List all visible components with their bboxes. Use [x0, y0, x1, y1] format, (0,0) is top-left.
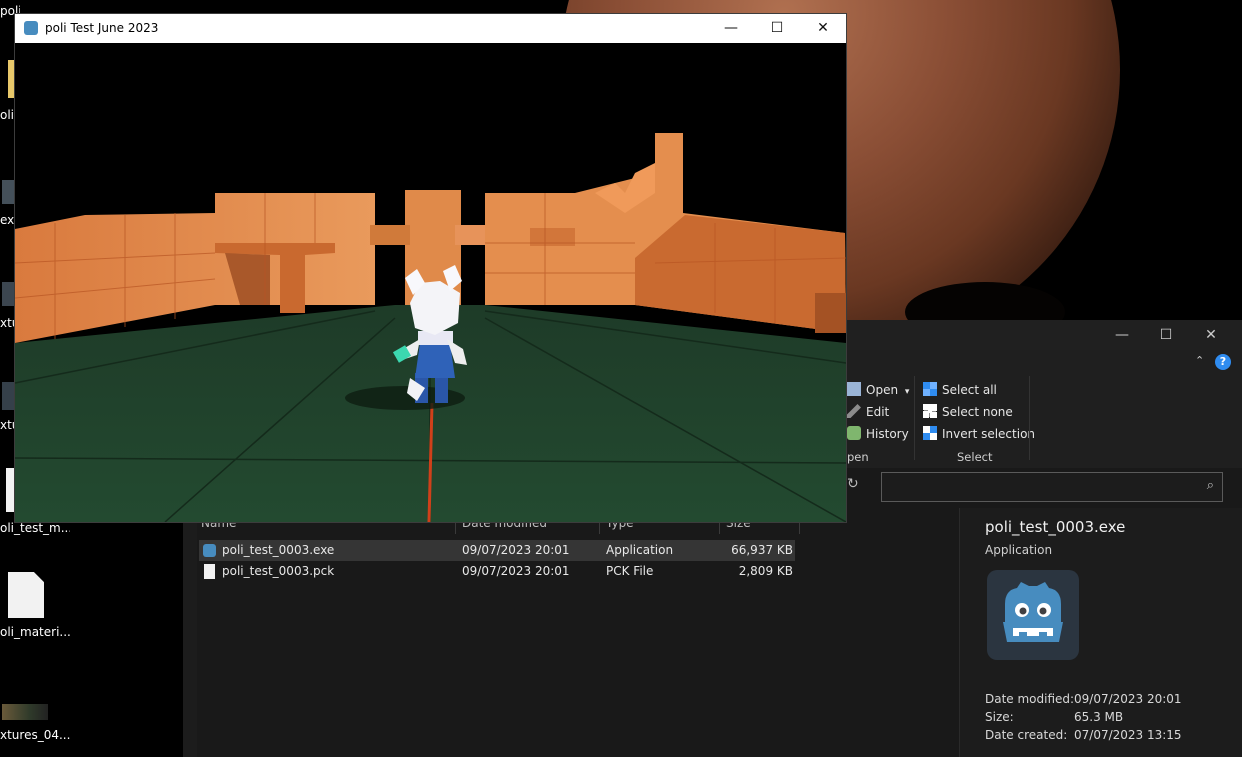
navigation-pane — [183, 508, 197, 757]
game-title-bar[interactable]: poli Test June 2023 — ☐ ✕ — [15, 14, 846, 43]
file-type: PCK File — [606, 564, 654, 578]
history-icon — [847, 426, 861, 440]
file-row[interactable]: poli_test_0003.exe 09/07/2023 20:01 Appl… — [199, 540, 795, 561]
file-date: 09/07/2023 20:01 — [462, 543, 570, 557]
godot-logo-graphic — [1003, 582, 1063, 642]
file-type: Application — [606, 543, 674, 557]
ribbon-collapse-chevron-icon[interactable]: ⌃ — [1195, 354, 1204, 367]
open-icon — [847, 382, 861, 396]
ribbon-select-group-label: Select — [957, 450, 993, 464]
game-window[interactable]: poli Test June 2023 — ☐ ✕ — [14, 13, 847, 523]
desktop-icon-label: oli_materi... — [0, 625, 70, 639]
select-all-icon — [923, 382, 937, 396]
file-size: 66,937 KB — [731, 543, 793, 557]
godot-app-icon — [24, 21, 38, 35]
game-minimize-button[interactable]: — — [708, 14, 754, 43]
explorer-minimize-button[interactable]: — — [1099, 320, 1145, 350]
ribbon-divider — [914, 376, 915, 460]
image-icon — [2, 704, 48, 720]
file-date: 09/07/2023 20:01 — [462, 564, 570, 578]
details-field-label: Size: — [985, 710, 1014, 724]
select-none-icon — [923, 404, 937, 418]
game-scene — [15, 43, 846, 522]
file-icon — [8, 572, 44, 618]
ribbon-open-group-label: pen — [847, 450, 869, 464]
desktop-icon-textures[interactable]: xtures_04.... — [0, 700, 70, 750]
details-pane: poli_test_0003.exe Application Date modi… — [959, 508, 1242, 757]
details-filetype: Application — [985, 543, 1053, 557]
ribbon-select-none-button[interactable]: Select none — [923, 402, 1013, 422]
edit-icon — [847, 404, 861, 418]
ribbon-divider — [1029, 376, 1030, 460]
search-box[interactable]: ⌕ — [881, 472, 1223, 502]
desktop-icon-label: oli_test_m... — [0, 521, 70, 535]
desktop-icon-label: xtures_04.... — [0, 728, 70, 742]
game-close-button[interactable]: ✕ — [800, 14, 846, 43]
game-window-title: poli Test June 2023 — [45, 21, 159, 35]
file-icon — [204, 564, 215, 579]
file-name: poli_test_0003.exe — [222, 543, 335, 557]
ribbon-open-label: Open — [866, 383, 899, 397]
details-field-value: 07/07/2023 13:15 — [1074, 728, 1182, 742]
ribbon-select-none-label: Select none — [942, 405, 1013, 419]
search-input[interactable] — [886, 476, 1190, 498]
ribbon-invert-selection-label: Invert selection — [942, 427, 1036, 441]
game-viewport[interactable] — [15, 43, 846, 522]
details-field-value: 09/07/2023 20:01 — [1074, 692, 1182, 706]
desktop-icon-material-file[interactable]: oli_materi... — [0, 570, 70, 642]
details-field-label: Date created: — [985, 728, 1068, 742]
ribbon-invert-selection-button[interactable]: Invert selection — [923, 424, 1035, 444]
godot-app-icon — [203, 544, 216, 557]
help-icon[interactable]: ? — [1215, 354, 1231, 370]
details-field-label: Date modified: — [985, 692, 1075, 706]
explorer-maximize-button[interactable]: ☐ — [1143, 320, 1189, 350]
ribbon-select-all-button[interactable]: Select all — [923, 380, 997, 400]
ribbon-select-all-label: Select all — [942, 383, 997, 397]
details-field-value: 65.3 MB — [1074, 710, 1124, 724]
explorer-close-button[interactable]: ✕ — [1188, 320, 1234, 350]
chevron-down-icon: ▾ — [904, 387, 910, 397]
ribbon-history-label: History — [866, 427, 909, 441]
invert-selection-icon — [923, 426, 937, 440]
ribbon-edit-button[interactable]: Edit — [847, 402, 889, 422]
file-size: 2,809 KB — [738, 564, 793, 578]
godot-logo-icon — [987, 570, 1079, 660]
ribbon-open-button[interactable]: Open ▾ — [847, 380, 909, 400]
ribbon-history-button[interactable]: History — [847, 424, 909, 444]
file-name: poli_test_0003.pck — [222, 564, 335, 578]
ribbon-edit-label: Edit — [866, 405, 890, 419]
game-maximize-button[interactable]: ☐ — [754, 14, 800, 43]
refresh-icon[interactable]: ↻ — [847, 476, 859, 492]
file-row[interactable]: poli_test_0003.pck 09/07/2023 20:01 PCK … — [199, 561, 795, 582]
search-icon[interactable]: ⌕ — [1207, 478, 1214, 493]
details-filename: poli_test_0003.exe — [985, 518, 1126, 536]
